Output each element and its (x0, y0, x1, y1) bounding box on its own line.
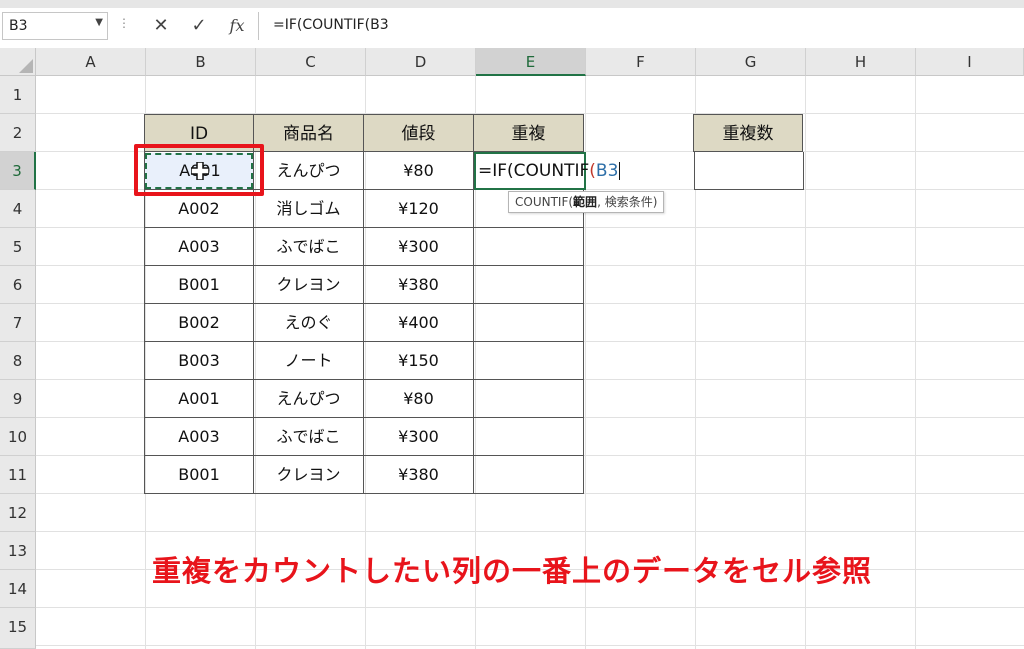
table-cell-name[interactable]: えんぴつ (254, 380, 364, 418)
editor-paren: ( (589, 161, 596, 181)
table-cell-id[interactable]: B001 (144, 456, 254, 494)
select-all-button[interactable] (0, 48, 36, 76)
insert-function-icon[interactable]: fx (222, 12, 252, 40)
table-cell-name[interactable]: クレヨン (254, 266, 364, 304)
table-cell-id[interactable]: A001 (144, 380, 254, 418)
table-cell-price[interactable]: ¥300 (364, 418, 474, 456)
table-cell-name[interactable]: えんぴつ (254, 152, 364, 190)
tooltip-function: COUNTIF( (515, 195, 574, 209)
row-header-1[interactable]: 1 (0, 76, 36, 114)
table-cell-name[interactable]: ふでばこ (254, 418, 364, 456)
function-tooltip: COUNTIF(範囲, 検索条件) (508, 191, 665, 213)
formula-bar: B3 ▼ ⋮ ✕ ✓ fx =IF(COUNTIF(B3 (0, 8, 1024, 49)
table-cell-price[interactable]: ¥80 (364, 152, 474, 190)
table-cell-dup[interactable] (474, 342, 584, 380)
row-header-6[interactable]: 6 (0, 266, 36, 304)
table-cell-name[interactable]: ノート (254, 342, 364, 380)
header-cell-name[interactable]: 商品名 (254, 114, 364, 152)
formula-text: =IF(COUNTIF(B3 (273, 17, 389, 33)
select-all-triangle-icon (19, 59, 33, 73)
window-top-band (0, 0, 1024, 8)
row-header-5[interactable]: 5 (0, 228, 36, 266)
header-cell-dup[interactable]: 重複 (474, 114, 584, 152)
active-cell-editor[interactable]: =IF(COUNTIF(B3 (474, 152, 621, 190)
table-cell-dup[interactable] (474, 266, 584, 304)
table-cell-dup[interactable] (474, 380, 584, 418)
name-box[interactable]: B3 ▼ (2, 12, 108, 40)
table-cell-id[interactable]: A003 (144, 418, 254, 456)
column-header-a[interactable]: A (36, 48, 146, 76)
editor-cell-reference: B3 (595, 161, 619, 181)
row-header-4[interactable]: 4 (0, 190, 36, 228)
column-header-f[interactable]: F (586, 48, 696, 76)
column-header-h[interactable]: H (806, 48, 916, 76)
annotation-caption: 重複をカウントしたい列の一番上のデータをセル参照 (151, 554, 872, 588)
table-cell-id[interactable]: A003 (144, 228, 254, 266)
column-header-d[interactable]: D (366, 48, 476, 76)
column-header-c[interactable]: C (256, 48, 366, 76)
row-header-7[interactable]: 7 (0, 304, 36, 342)
cross-cursor-icon (191, 162, 209, 180)
table-cell-id[interactable]: B002 (144, 304, 254, 342)
table-cell-price[interactable]: ¥80 (364, 380, 474, 418)
tooltip-rest: , 検索条件) (597, 195, 658, 209)
table-cell-price[interactable]: ¥380 (364, 456, 474, 494)
table-cell-name[interactable]: ふでばこ (254, 228, 364, 266)
tooltip-arg-range[interactable]: 範囲 (573, 195, 597, 209)
chevron-down-icon[interactable]: ▼ (95, 17, 103, 28)
table-cell-id[interactable]: B003 (144, 342, 254, 380)
column-header-i[interactable]: I (916, 48, 1024, 76)
table-cell-dup[interactable] (474, 418, 584, 456)
row-header-10[interactable]: 10 (0, 418, 36, 456)
row-header-12[interactable]: 12 (0, 494, 36, 532)
table-cell-name[interactable]: えのぐ (254, 304, 364, 342)
dup-count-cell[interactable] (694, 152, 804, 190)
row-header-11[interactable]: 11 (0, 456, 36, 494)
row-header-2[interactable]: 2 (0, 114, 36, 152)
column-header-b[interactable]: B (146, 48, 256, 76)
formula-bar-grip-icon: ⋮ (118, 16, 130, 30)
row-header-15[interactable]: 15 (0, 608, 36, 649)
row-header-9[interactable]: 9 (0, 380, 36, 418)
table-cell-dup[interactable] (474, 456, 584, 494)
enter-icon[interactable]: ✓ (184, 12, 214, 40)
header-cell-dup-count[interactable]: 重複数 (693, 114, 803, 152)
row-header-8[interactable]: 8 (0, 342, 36, 380)
row-header-3[interactable]: 3 (0, 152, 36, 190)
table-cell-price[interactable]: ¥380 (364, 266, 474, 304)
table-cell-dup[interactable] (474, 304, 584, 342)
table-cell-price[interactable]: ¥120 (364, 190, 474, 228)
header-cell-price[interactable]: 値段 (364, 114, 474, 152)
table-cell-price[interactable]: ¥400 (364, 304, 474, 342)
table-cell-price[interactable]: ¥300 (364, 228, 474, 266)
text-caret (619, 162, 621, 180)
table-cell-price[interactable]: ¥150 (364, 342, 474, 380)
formula-input[interactable]: =IF(COUNTIF(B3 (258, 12, 1024, 40)
column-header-e[interactable]: E (476, 48, 586, 76)
column-header-g[interactable]: G (696, 48, 806, 76)
name-box-value: B3 (9, 18, 28, 34)
editor-formula-prefix: =IF(COUNTIF (478, 161, 590, 181)
table-cell-name[interactable]: 消しゴム (254, 190, 364, 228)
cancel-icon[interactable]: ✕ (146, 12, 176, 40)
table-cell-name[interactable]: クレヨン (254, 456, 364, 494)
table-cell-id[interactable]: B001 (144, 266, 254, 304)
table-cell-dup[interactable] (474, 228, 584, 266)
